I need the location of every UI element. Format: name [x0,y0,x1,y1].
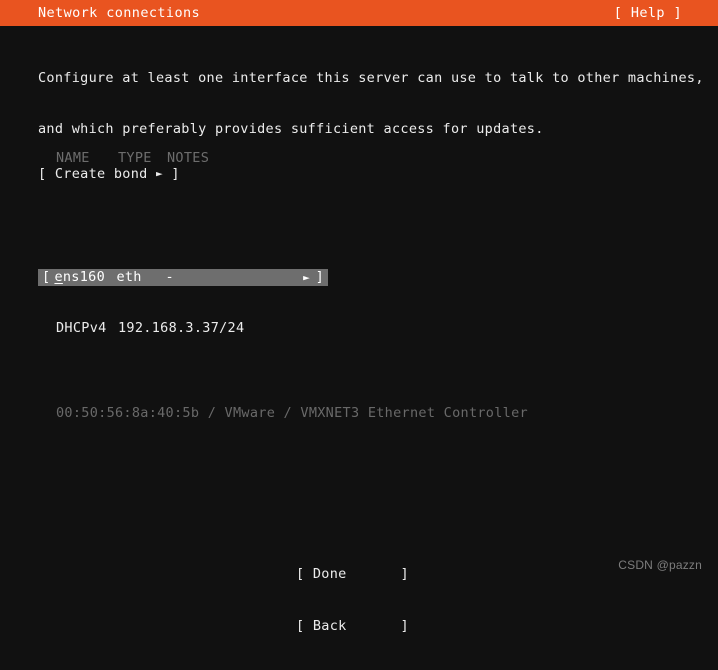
table-row[interactable]: [ens160 eth - ►] [38,235,528,286]
create-bond-label: Create bond [54,166,148,182]
interface-detail-hardware: 00:50:56:8a:40:5b / VMware / VMXNET3 Eth… [38,405,528,422]
main-content: Configure at least one interface this se… [0,26,718,634]
watermark: CSDN @pazzn [618,558,702,572]
interface-notes: - [165,269,174,285]
bracket-left: [ [38,166,47,182]
bracket-left: [ [42,269,51,285]
create-bond-button[interactable]: [ Create bond ► ] [38,165,180,183]
chevron-right-icon[interactable]: ► [303,269,310,286]
bracket-left: [ [296,618,305,634]
network-interface-table: NAME TYPE NOTES [ens160 eth - ►] DHCPv4 192.16… [38,82,528,473]
hardware-description: 00:50:56:8a:40:5b / VMware / VMXNET3 Eth… [56,405,528,421]
bracket-right: ] [171,166,180,182]
header-bar: Network connections [ Help ] [0,0,718,26]
interface-detail-dhcp: DHCPv4 192.168.3.37/24 [38,320,528,337]
interface-name-rest: ns160 [62,269,106,285]
chevron-right-icon: ► [156,167,163,180]
interface-row-ens160[interactable]: [ens160 eth - ►] [38,269,328,286]
terminal-screen: Network connections [ Help ] Configure a… [0,0,718,634]
bracket-right: ] [400,618,409,634]
done-label: Done [304,566,347,582]
detail-label: DHCPv4 [56,320,107,336]
bracket-right: ] [315,269,324,285]
done-button[interactable]: [ Done] [296,566,409,584]
interface-type: eth [116,269,142,285]
interface-name: ens160 [54,269,116,286]
back-button[interactable]: [ Back] [296,618,409,636]
help-button[interactable]: [ Help ] [614,5,682,21]
back-label: Back [304,618,347,634]
detail-value: 192.168.3.37/24 [118,320,245,336]
page-title: Network connections [38,5,201,21]
hotkey-letter: e [54,269,63,285]
interface-row-content: [ens160 eth - [42,269,174,286]
footer-buttons: [ Done] [ Back] [296,532,409,670]
